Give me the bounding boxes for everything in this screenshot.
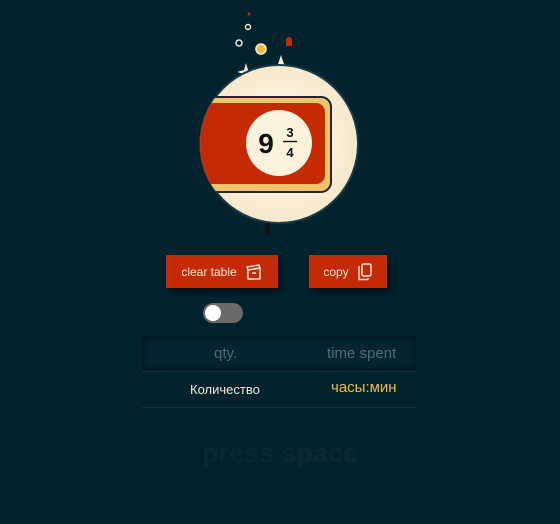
stand-post	[265, 223, 270, 235]
portion-numerator: 3	[286, 125, 293, 140]
mode-toggle[interactable]	[203, 303, 243, 323]
copy-icon	[357, 262, 372, 280]
clear-table-button[interactable]: clear table	[166, 255, 278, 288]
portion-illustration: 9 3 4	[199, 12, 359, 235]
portion-denominator: 4	[286, 145, 294, 160]
table-header: qty. time spent	[142, 336, 416, 370]
clear-table-label: clear table	[181, 264, 237, 279]
column-header-qty: qty.	[214, 345, 238, 362]
qty-cell: Количество	[190, 382, 260, 397]
portion-whole: 9	[258, 128, 274, 159]
copy-button[interactable]: copy	[309, 255, 387, 288]
toggle-knob[interactable]	[205, 305, 221, 321]
table-row: Количество часы:мин	[142, 371, 416, 408]
bubble	[286, 37, 292, 46]
bubble	[244, 23, 252, 31]
copy-label: copy	[323, 264, 349, 279]
box-icon	[245, 263, 261, 280]
portion-value-disc	[246, 110, 312, 176]
time-cell: часы:мин	[331, 379, 397, 396]
bubble	[235, 39, 243, 47]
time-table: qty. time spent Количество часы:мин	[142, 336, 416, 408]
column-header-time-spent: time spent	[327, 345, 397, 362]
bubble	[255, 43, 267, 55]
press-space-hint: press space	[201, 438, 359, 468]
bubble	[247, 12, 251, 16]
